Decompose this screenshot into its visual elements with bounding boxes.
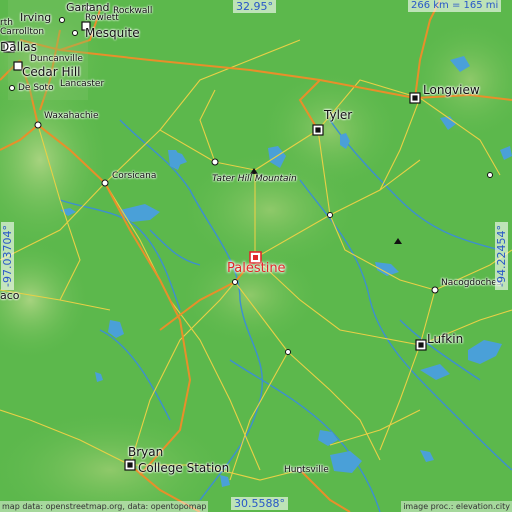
city-square-icon [315,127,321,133]
town-marker-icon [59,17,65,23]
city-label-lufkin: Lufkin [427,332,464,346]
city-label-de-soto: De Soto [18,83,54,93]
city-square-icon [418,342,424,348]
city-square-icon [127,462,133,468]
summit-triangle-icon [394,238,402,244]
credit-map-data: map data: openstreetmap.org, data: opent… [0,501,209,512]
city-label-mesquite: Mesquite [85,26,140,40]
scale-label: 266 km = 165 mi [408,0,502,12]
town-marker-icon [327,212,333,218]
town-marker-icon [285,349,291,355]
city-label-waco-partial: aco [0,289,20,302]
town-marker-icon [431,286,439,294]
credit-image-proc: image proc.: elevation.city [401,501,512,512]
lon-left-label: -97.03704° [1,222,14,290]
lat-top-label: 32.95° [233,0,276,13]
lat-bottom-label: 30.5588° [231,497,288,510]
city-label-waxahachie: Waxahachie [44,111,99,121]
city-label-nacogdoches: Nacogdoches [441,278,502,288]
city-label-tyler: Tyler [324,108,353,122]
city-label-dallas: Dallas [0,40,37,54]
town-marker-icon [72,30,78,36]
town-marker-icon [211,158,219,166]
city-label-irving: Irving [20,11,52,24]
town-marker-icon [232,279,238,285]
town-marker-icon [487,172,493,178]
city-label-garland: Garland [66,1,110,14]
city-square-icon [13,61,23,71]
city-label-duncanville: Duncanville [30,54,83,64]
city-label-huntsville: Huntsville [284,465,329,475]
city-label-cedar-hill: Cedar Hill [22,65,81,79]
town-marker-icon [9,85,15,91]
city-label-lancaster: Lancaster [60,79,105,89]
map-canvas[interactable]: Garland Irving Rowlett Rockwall Carrollt… [0,0,512,512]
city-label-rockwall: Rockwall [113,6,153,16]
town-marker-icon [34,121,42,129]
city-label-north-partial: rth [0,18,13,28]
city-square-icon [412,95,418,101]
city-label-college-station: College Station [138,461,230,475]
place-label-palestine[interactable]: Palestine [227,262,286,275]
city-label-longview: Longview [423,83,480,97]
city-label-bryan: Bryan [128,445,164,459]
city-label-corsicana: Corsicana [112,171,157,181]
city-label-carrollton: Carrollton [0,27,45,37]
town-marker-icon [101,179,109,187]
city-label-tater-hill: Tater Hill Mountain [212,174,297,184]
lon-right-label: -94.22454° [495,222,508,290]
